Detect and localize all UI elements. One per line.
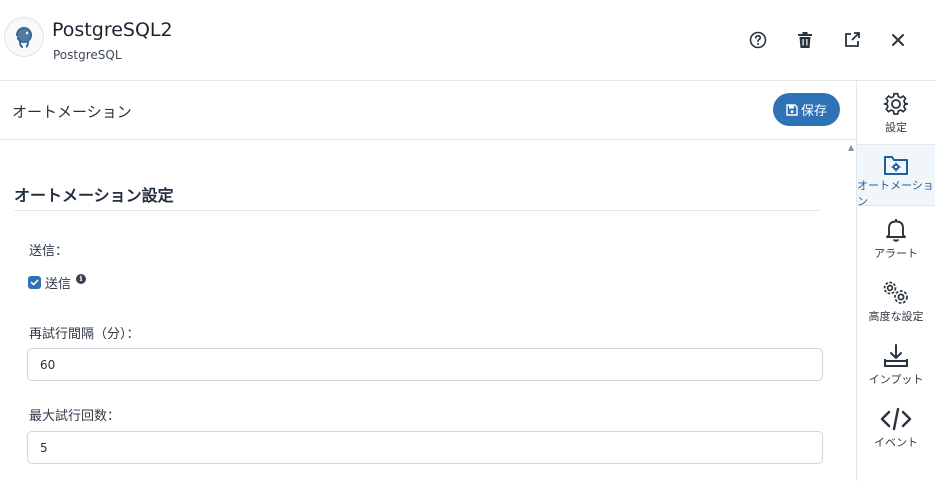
app-title: PostgreSQL2 xyxy=(52,19,173,41)
section-bar: オートメーション 保存 xyxy=(0,81,856,140)
checkmark-icon xyxy=(30,279,39,286)
postgresql-elephant-icon xyxy=(4,17,44,57)
app-header: PostgreSQL2 PostgreSQL xyxy=(0,0,935,81)
section-title: オートメーション xyxy=(12,103,132,121)
rail-item-settings[interactable]: 設定 xyxy=(857,81,935,143)
rail-item-events[interactable]: イベント xyxy=(857,396,935,458)
max-retries-input[interactable]: 5 xyxy=(27,431,823,464)
rail-item-advanced[interactable]: 高度な設定 xyxy=(857,270,935,332)
form-scroll-area[interactable]: ▲ オートメーション設定 送信： 送信 i 再試行間隔（分）： 60 最大試行回… xyxy=(0,141,856,481)
delete-button[interactable] xyxy=(793,28,817,52)
floppy-disk-icon xyxy=(786,103,798,116)
send-label: 送信： xyxy=(29,244,69,259)
send-checkbox[interactable] xyxy=(28,276,41,289)
rail-item-label: アラート xyxy=(874,247,918,260)
max-retries-label: 最大試行回数： xyxy=(29,409,121,424)
side-rail: 設定 オートメーション アラート 高度な設定 インプット イベント xyxy=(857,81,935,481)
info-icon[interactable]: i xyxy=(76,273,87,284)
app-subtitle: PostgreSQL xyxy=(53,48,122,62)
question-circle-icon xyxy=(749,31,767,49)
download-tray-icon xyxy=(884,344,908,367)
open-external-button[interactable] xyxy=(840,28,864,52)
divider xyxy=(14,210,820,211)
save-button[interactable]: 保存 xyxy=(773,93,840,126)
send-checkbox-label: 送信 xyxy=(45,277,72,292)
retry-interval-label: 再試行間隔（分）： xyxy=(29,327,140,342)
rail-item-label: インプット xyxy=(868,373,924,386)
send-checkbox-row: 送信 i xyxy=(28,273,87,292)
form-heading: オートメーション設定 xyxy=(14,186,174,205)
close-icon xyxy=(892,34,904,46)
gear-icon xyxy=(883,92,908,115)
gears-icon xyxy=(883,281,908,304)
main-content: オートメーション 保存 ▲ オートメーション設定 送信： 送信 i 再試行間隔（… xyxy=(0,81,857,481)
retry-interval-input[interactable]: 60 xyxy=(27,348,823,381)
folder-gear-icon xyxy=(884,156,908,175)
rail-item-input[interactable]: インプット xyxy=(857,333,935,395)
rail-item-automation[interactable]: オートメーション xyxy=(857,144,935,208)
save-button-label: 保存 xyxy=(800,104,827,119)
rail-item-label: 高度な設定 xyxy=(868,310,924,323)
external-link-icon xyxy=(845,32,860,47)
trash-icon xyxy=(798,32,812,48)
rail-item-label: 設定 xyxy=(885,121,907,134)
code-icon xyxy=(880,407,912,431)
rail-item-alerts[interactable]: アラート xyxy=(857,207,935,269)
bell-icon xyxy=(886,219,906,242)
rail-item-label: オートメーション xyxy=(857,179,934,208)
help-button[interactable] xyxy=(746,28,770,52)
scroll-up-icon[interactable]: ▲ xyxy=(848,143,854,152)
rail-item-label: イベント xyxy=(874,436,918,449)
close-button[interactable] xyxy=(886,28,910,52)
